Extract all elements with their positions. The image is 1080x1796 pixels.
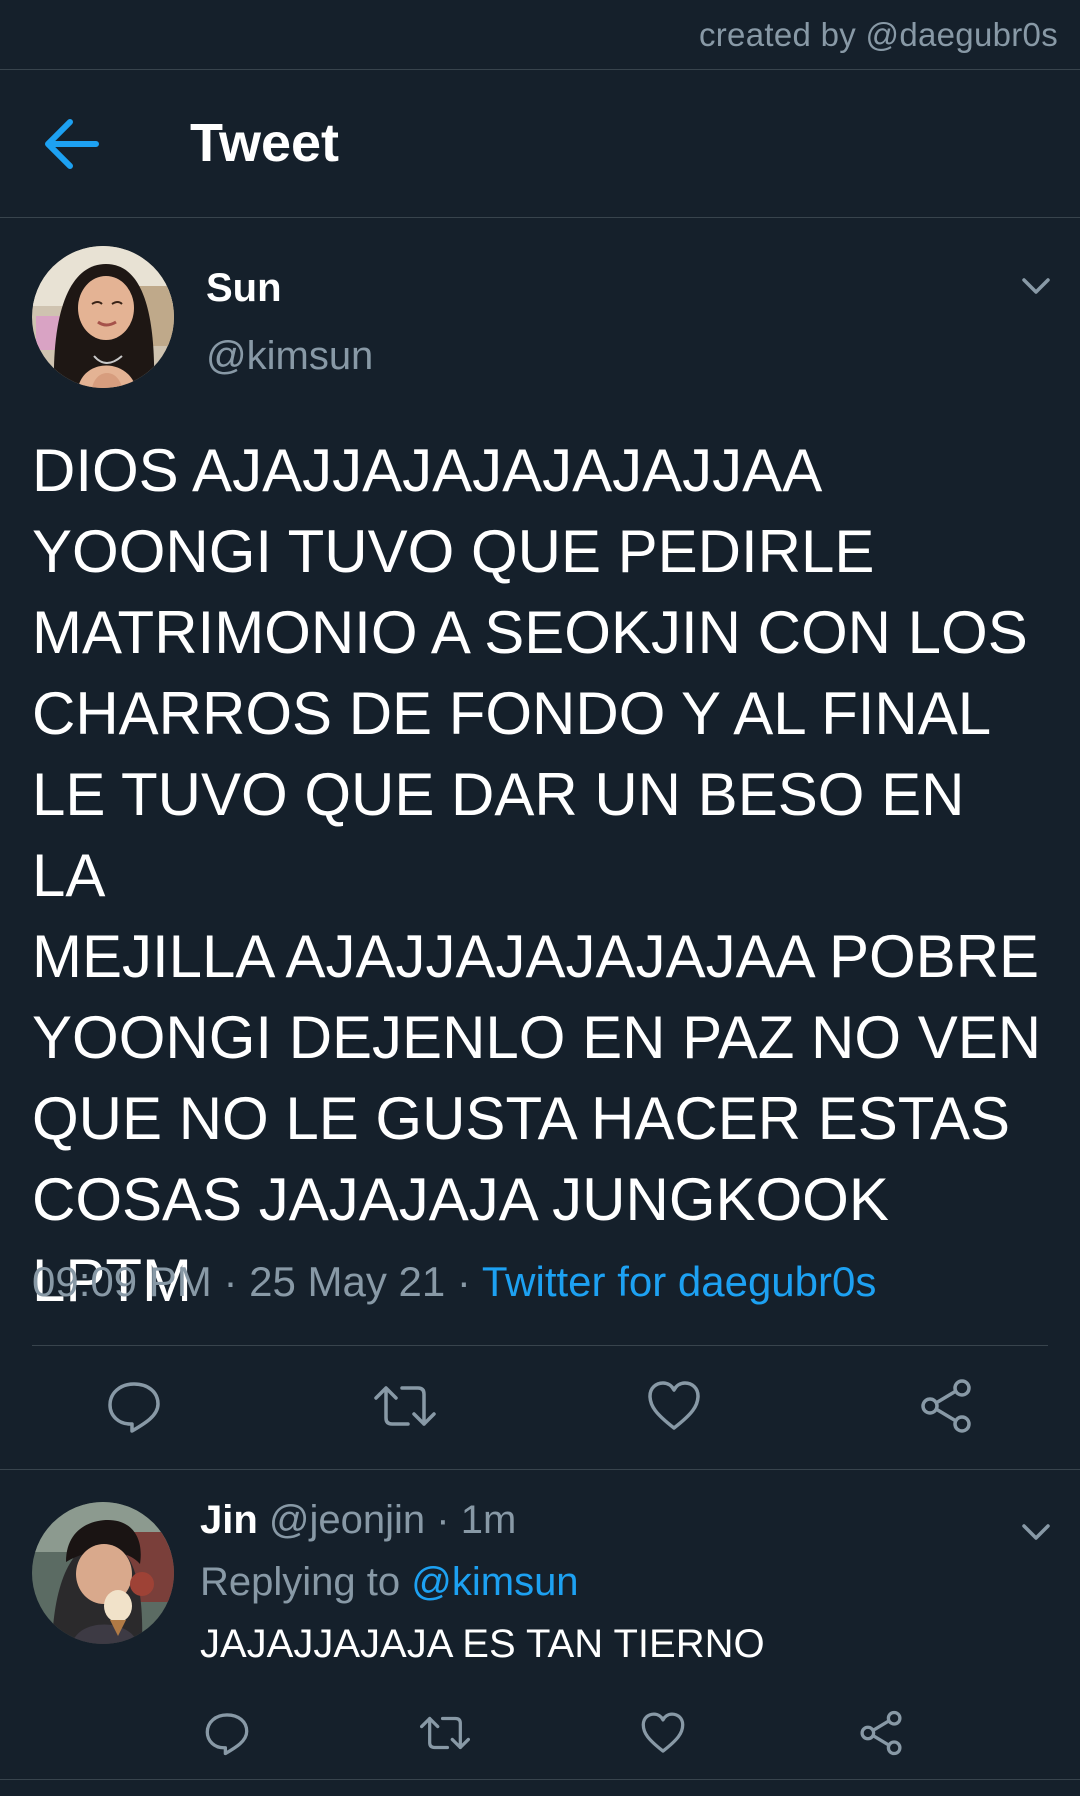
tweet-meta: 09:09 PM · 25 May 21 · Twitter for daegu… — [32, 1258, 876, 1306]
reply-reply-button[interactable] — [204, 1710, 250, 1756]
reply-text: JAJAJJAJAJA ES TAN TIERNO — [200, 1622, 765, 1666]
reply-button[interactable] — [106, 1378, 162, 1434]
tweet-text: DIOS AJAJJAJAJAJAJAJJAA YOONGI TUVO QUE … — [32, 437, 1042, 1314]
author-name[interactable]: Sun — [206, 266, 282, 311]
reply-options-button[interactable] — [1018, 1520, 1054, 1544]
reply-retweet-button[interactable] — [420, 1710, 470, 1756]
meta-separator: · — [456, 1258, 471, 1305]
main-tweet: Sun @kimsun DIOS AJAJJAJAJAJAJAJJAA YOON… — [0, 218, 1080, 1470]
reply-author-handle[interactable]: @jeonjin — [269, 1498, 425, 1542]
share-icon — [921, 1379, 971, 1433]
meta-separator: · — [223, 1258, 238, 1305]
reply-share-button[interactable] — [858, 1710, 904, 1756]
meta-separator: · — [436, 1498, 450, 1542]
retweet-button[interactable] — [374, 1378, 436, 1434]
replying-to-label: Replying to — [200, 1560, 401, 1604]
reply-avatar[interactable] — [32, 1502, 174, 1644]
tweet-date: 25 May 21 — [249, 1258, 446, 1305]
arrow-left-icon — [45, 119, 99, 169]
replying-to: Replying to @kimsun — [200, 1560, 579, 1605]
reply-tweet[interactable]: Jin @jeonjin · 1m Replying to @kimsun JA… — [0, 1470, 1080, 1780]
replying-to-mention[interactable]: @kimsun — [411, 1560, 578, 1604]
author-avatar[interactable] — [32, 246, 174, 388]
tweet-options-button[interactable] — [1018, 274, 1054, 298]
share-icon — [860, 1710, 902, 1756]
tweet-time: 09:09 PM — [32, 1258, 212, 1305]
reply-like-button[interactable] — [640, 1710, 686, 1756]
share-button[interactable] — [918, 1378, 974, 1434]
reply-time: 1m — [460, 1498, 517, 1542]
author-handle[interactable]: @kimsun — [206, 334, 373, 379]
heart-icon — [648, 1381, 700, 1430]
retweet-icon — [420, 1716, 470, 1750]
back-button[interactable] — [40, 114, 108, 174]
divider — [32, 1345, 1048, 1346]
comment-icon — [108, 1382, 160, 1433]
retweet-icon — [374, 1386, 436, 1426]
credit-text: created by @daegubr0s — [698, 16, 1058, 53]
heart-icon — [641, 1712, 685, 1753]
comment-icon — [205, 1713, 249, 1756]
reply-header: Jin @jeonjin · 1m — [200, 1498, 516, 1543]
credit-bar: created by @daegubr0s — [0, 0, 1080, 70]
chevron-down-icon — [1022, 1524, 1050, 1540]
tweet-source-link[interactable]: Twitter for daegubr0s — [482, 1258, 877, 1305]
page-title: Tweet — [190, 113, 340, 173]
top-app-bar: Tweet — [0, 70, 1080, 218]
like-button[interactable] — [646, 1378, 702, 1434]
reply-author-name[interactable]: Jin — [200, 1498, 258, 1542]
chevron-down-icon — [1022, 278, 1050, 294]
